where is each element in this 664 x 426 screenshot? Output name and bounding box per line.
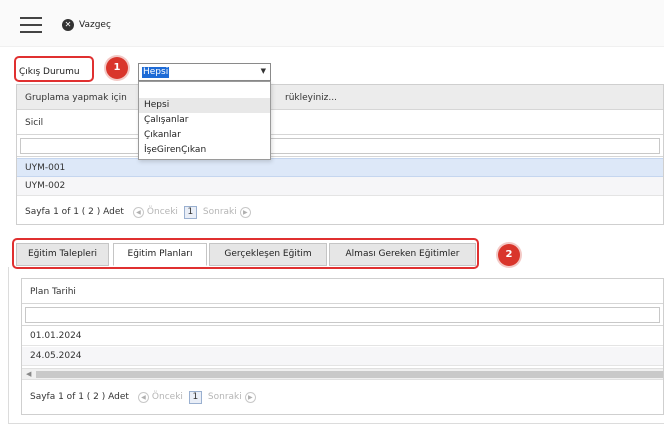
group-hint-end: rükleyiniz...: [285, 93, 337, 103]
column-header-plan-date[interactable]: Plan Tarihi: [22, 279, 663, 304]
cell-sicil: UYM-001: [25, 163, 66, 173]
filter-row: [22, 304, 663, 326]
tab-completed-training[interactable]: Gerçekleşen Eğitim: [209, 243, 327, 266]
toolbar: ✕ Vazgeç: [0, 0, 664, 47]
table-row[interactable]: 24.05.2024: [22, 347, 663, 366]
option-working[interactable]: Çalışanlar: [139, 113, 270, 128]
plan-date-filter-input[interactable]: [25, 307, 660, 323]
tab-training-requests[interactable]: Eğitim Talepleri: [16, 243, 109, 266]
table-row[interactable]: UYM-001: [17, 158, 663, 177]
employee-grid: Gruplama yapmak için rükleyiniz... Sicil…: [16, 84, 664, 225]
chevron-left-icon: ◀: [132, 206, 144, 218]
table-row[interactable]: UYM-002: [17, 177, 663, 196]
cancel-button[interactable]: ✕ Vazgeç: [62, 17, 111, 33]
scroll-left-icon[interactable]: ◀: [26, 370, 31, 378]
column-title: Plan Tarihi: [30, 287, 76, 297]
prev-label: Önceki: [151, 392, 183, 402]
group-hint-start: Gruplama yapmak için: [25, 93, 127, 103]
prev-label: Önceki: [146, 207, 178, 217]
tab-required-training[interactable]: Alması Gereken Eğitimler: [329, 243, 476, 266]
chevron-right-icon: ▶: [239, 206, 251, 218]
hamburger-icon[interactable]: [20, 17, 42, 33]
tab-training-plans[interactable]: Eğitim Planları: [113, 243, 207, 266]
column-title: Sicil: [25, 118, 44, 128]
next-page-button[interactable]: Sonraki ▶: [207, 391, 259, 403]
pager-summary: Sayfa 1 of 1 ( 2 ) Adet: [25, 207, 124, 217]
page-number-button[interactable]: 1: [183, 205, 197, 219]
table-row[interactable]: 01.01.2024: [22, 327, 663, 346]
scrollbar-thumb[interactable]: [36, 371, 663, 378]
pager: Sayfa 1 of 1 ( 2 ) Adet ◀ Önceki 1 Sonrak…: [25, 205, 254, 219]
group-by-panel[interactable]: Gruplama yapmak için rükleyiniz...: [17, 85, 663, 110]
exit-status-select[interactable]: Hepsi ▼: [138, 63, 271, 81]
exit-status-selected-value: Hepsi: [142, 67, 170, 78]
filter-row: [17, 135, 663, 157]
cell-sicil: UYM-002: [25, 181, 66, 191]
next-label: Sonraki: [202, 207, 237, 217]
chevron-down-icon: ▼: [260, 67, 266, 75]
option-all[interactable]: Hepsi: [139, 98, 270, 113]
step-badge-2: 2: [498, 244, 520, 266]
chevron-left-icon: ◀: [137, 391, 149, 403]
column-header-sicil[interactable]: Sicil: [17, 110, 663, 135]
prev-page-button[interactable]: ◀ Önceki: [130, 206, 178, 218]
horizontal-scrollbar[interactable]: ◀: [22, 368, 663, 380]
pager-summary: Sayfa 1 of 1 ( 2 ) Adet: [30, 392, 129, 402]
cell-plan-date: 24.05.2024: [30, 351, 82, 361]
option-joined-left[interactable]: İşeGirenÇıkan: [139, 143, 270, 158]
exit-status-label: Çıkış Durumu: [19, 67, 80, 77]
option-left[interactable]: Çıkanlar: [139, 128, 270, 143]
training-plan-grid: Plan Tarihi 01.01.2024 24.05.2024 ◀ Sayf…: [21, 278, 664, 415]
next-page-button[interactable]: Sonraki ▶: [202, 206, 254, 218]
close-circle-icon: ✕: [62, 19, 74, 31]
next-label: Sonraki: [207, 392, 242, 402]
cell-plan-date: 01.01.2024: [30, 331, 82, 341]
prev-page-button[interactable]: ◀ Önceki: [135, 391, 183, 403]
exit-status-dropdown: Hepsi Çalışanlar Çıkanlar İşeGirenÇıkan: [138, 81, 271, 160]
page-number-button[interactable]: 1: [188, 390, 202, 404]
pager: Sayfa 1 of 1 ( 2 ) Adet ◀ Önceki 1 Sonrak…: [30, 390, 259, 404]
chevron-right-icon: ▶: [244, 391, 256, 403]
cancel-label: Vazgeç: [79, 20, 111, 30]
sicil-filter-input[interactable]: [20, 138, 660, 154]
step-badge-1: 1: [106, 57, 128, 79]
